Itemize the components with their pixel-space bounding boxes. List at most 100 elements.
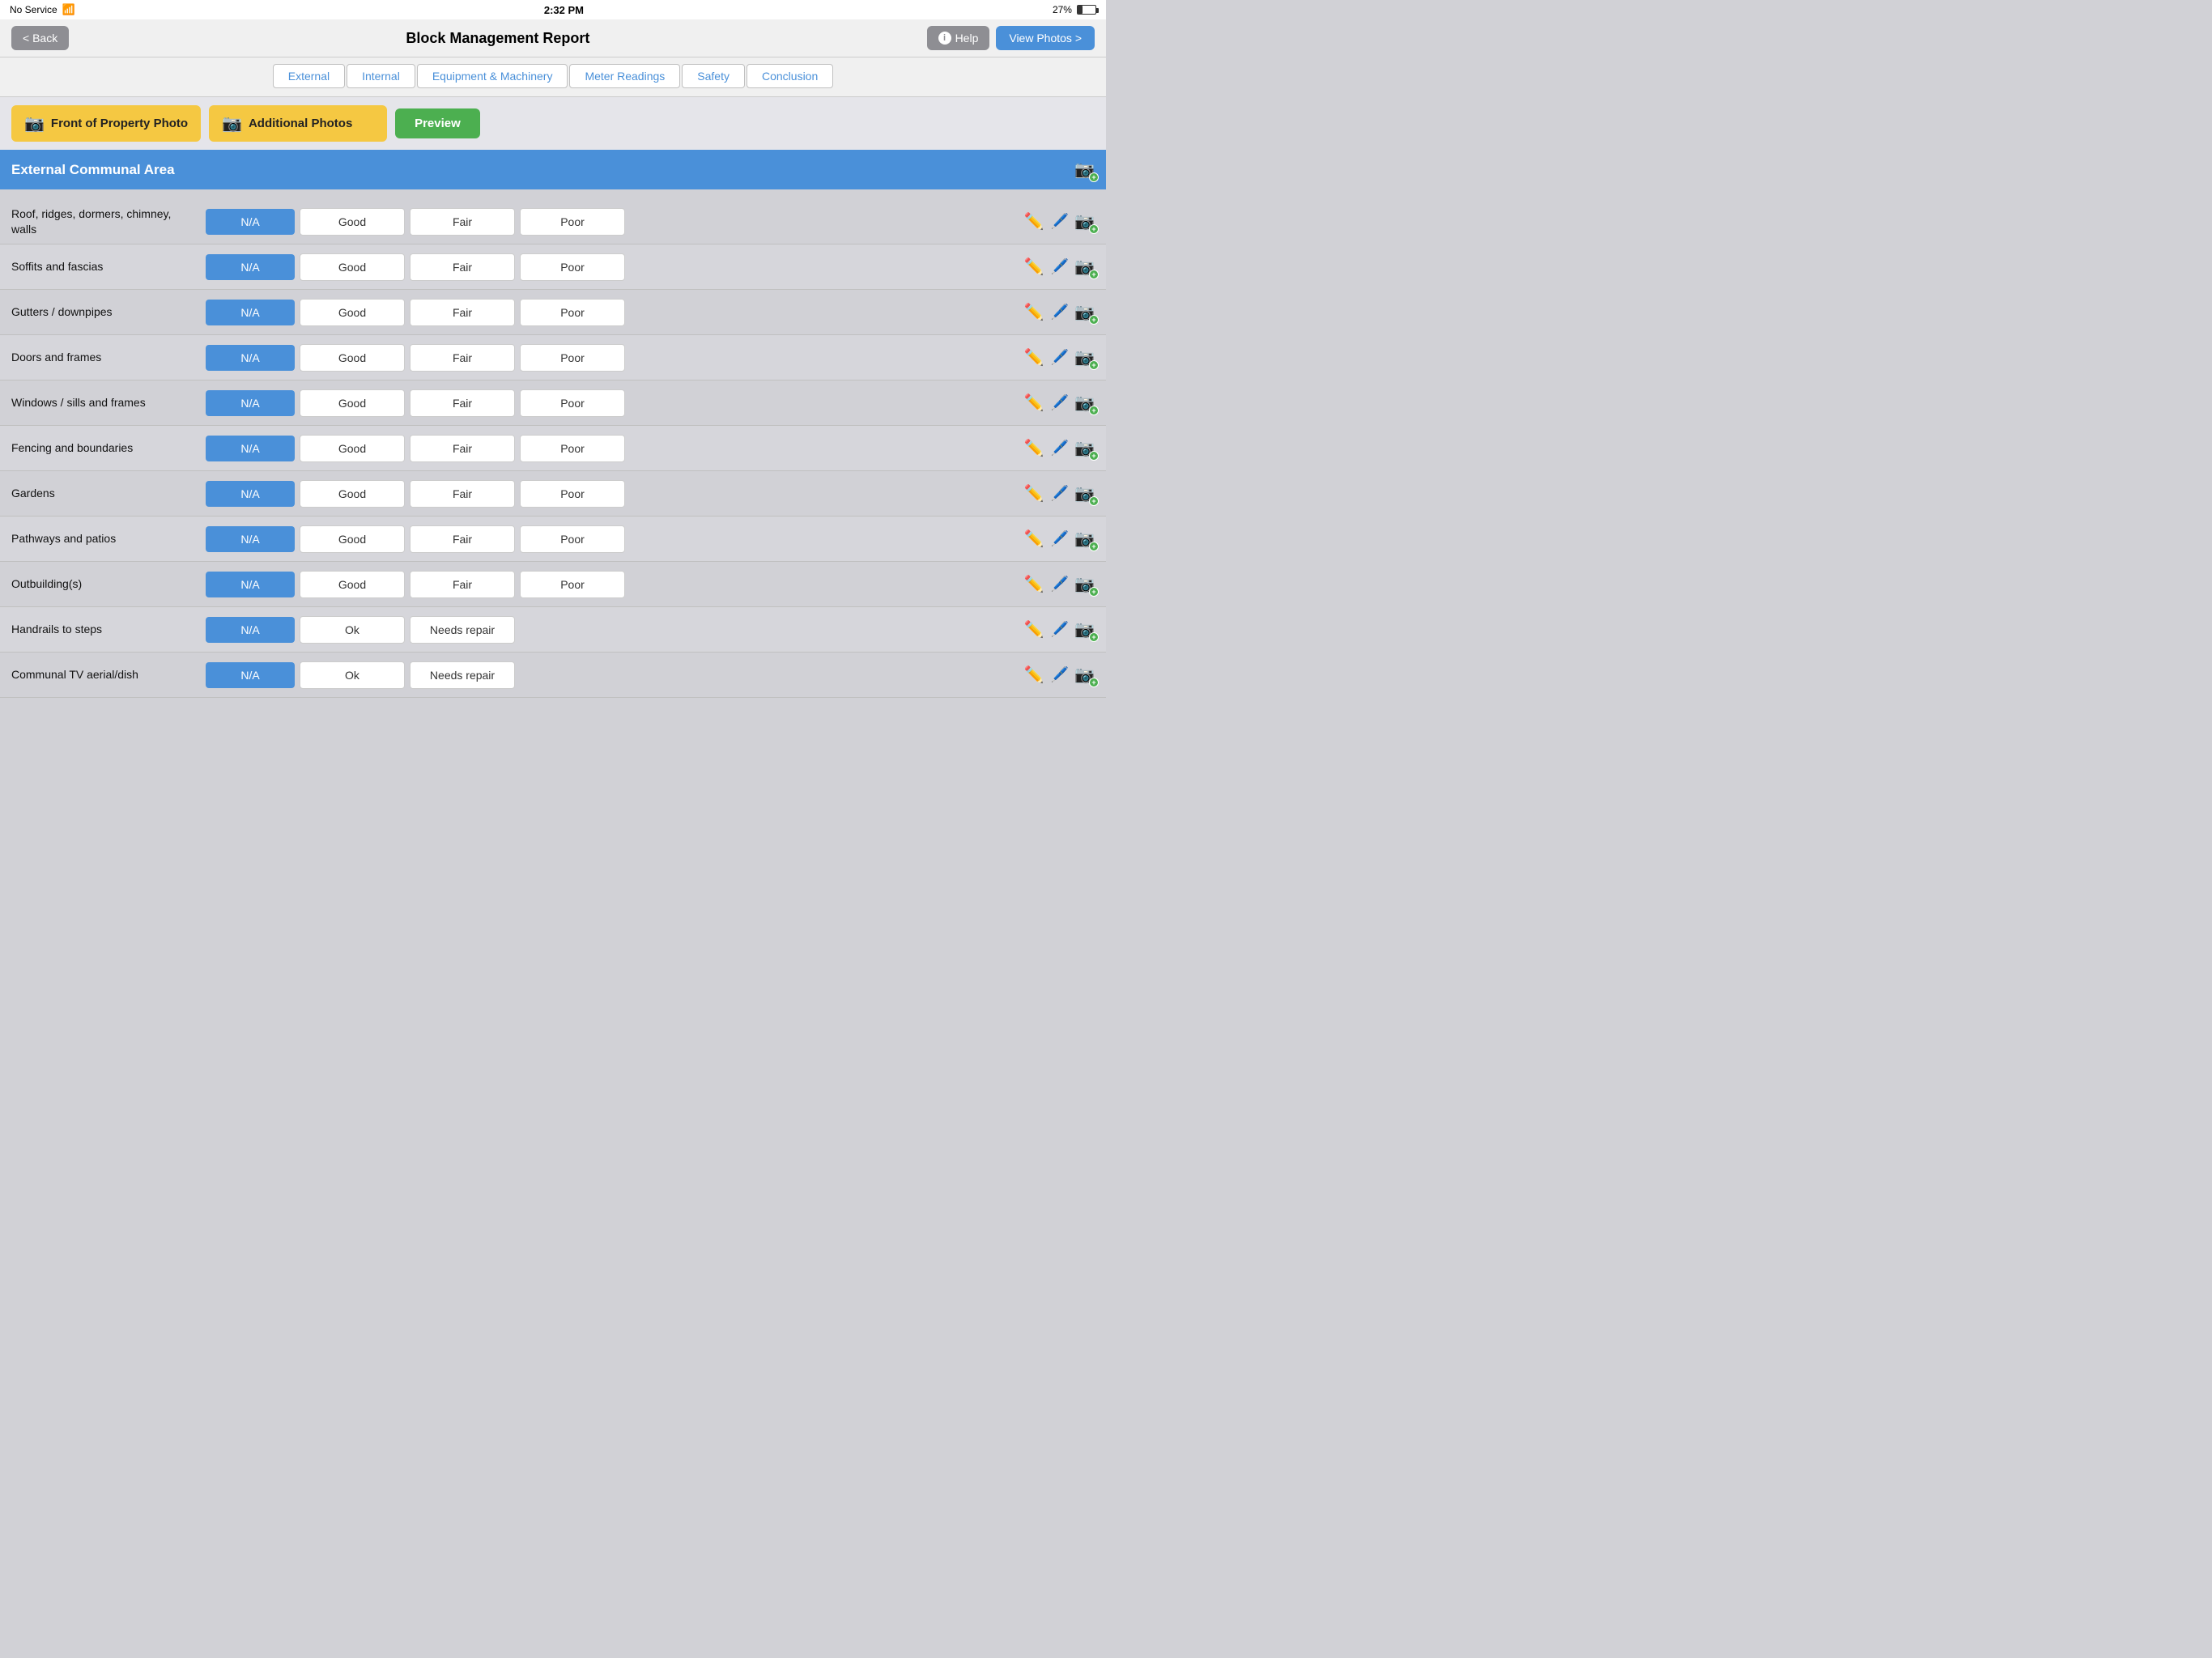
eraser-icon[interactable]: ✏️ [1023, 210, 1045, 233]
na-button[interactable]: N/A [206, 254, 295, 280]
add-photo-icon[interactable]: 📷+ [1074, 257, 1095, 277]
add-photo-icon[interactable]: 📷+ [1074, 347, 1095, 368]
option-button[interactable]: Poor [520, 344, 625, 372]
option-button[interactable]: Good [300, 299, 405, 326]
eraser-icon[interactable]: ✏️ [1023, 573, 1045, 596]
eraser-icon[interactable]: ✏️ [1023, 483, 1045, 505]
status-left: No Service 📶 [10, 3, 75, 16]
na-button[interactable]: N/A [206, 572, 295, 597]
pen-icon[interactable]: 🖊️ [1049, 483, 1071, 505]
tab-conclusion[interactable]: Conclusion [747, 64, 833, 88]
option-button[interactable]: Fair [410, 435, 515, 462]
option-button[interactable]: Needs repair [410, 616, 515, 644]
plus-badge: + [1089, 172, 1099, 182]
add-photo-icon[interactable]: 📷+ [1074, 665, 1095, 685]
table-row: Gutters / downpipesN/AGoodFairPoor✏️🖊️📷+ [0, 290, 1106, 335]
row-label: Windows / sills and frames [11, 395, 206, 410]
add-photo-icon[interactable]: 📷+ [1074, 483, 1095, 504]
row-action-icons: ✏️🖊️📷+ [1023, 256, 1095, 278]
pen-icon[interactable]: 🖊️ [1049, 437, 1071, 460]
option-button[interactable]: Fair [410, 525, 515, 553]
eraser-icon[interactable]: ✏️ [1023, 301, 1045, 324]
pen-icon[interactable]: 🖊️ [1049, 392, 1071, 414]
tab-safety[interactable]: Safety [682, 64, 745, 88]
add-photo-icon[interactable]: 📷+ [1074, 438, 1095, 458]
add-photo-icon[interactable]: 📷+ [1074, 574, 1095, 594]
option-button[interactable]: Fair [410, 253, 515, 281]
option-button[interactable]: Good [300, 480, 405, 508]
view-photos-button[interactable]: View Photos > [996, 26, 1095, 50]
option-button[interactable]: Good [300, 344, 405, 372]
option-button[interactable]: Fair [410, 389, 515, 417]
add-photo-icon[interactable]: 📷+ [1074, 393, 1095, 413]
option-button[interactable]: Poor [520, 571, 625, 598]
additional-photos-camera-icon: 📷 [222, 113, 242, 134]
section-title: External Communal Area [11, 162, 175, 178]
option-button[interactable]: Good [300, 435, 405, 462]
option-button[interactable]: Fair [410, 299, 515, 326]
na-button[interactable]: N/A [206, 662, 295, 688]
pen-icon[interactable]: 🖊️ [1049, 573, 1071, 596]
add-photo-icon[interactable]: 📷+ [1074, 302, 1095, 322]
tab-internal[interactable]: Internal [347, 64, 415, 88]
front-photo-button[interactable]: 📷 Front of Property Photo [11, 105, 201, 142]
na-button[interactable]: N/A [206, 436, 295, 461]
pen-icon[interactable]: 🖊️ [1049, 346, 1071, 369]
option-button[interactable]: Fair [410, 571, 515, 598]
option-button[interactable]: Needs repair [410, 661, 515, 689]
pen-icon[interactable]: 🖊️ [1049, 619, 1071, 641]
option-button[interactable]: Fair [410, 208, 515, 236]
option-button[interactable]: Poor [520, 389, 625, 417]
option-button[interactable]: Poor [520, 525, 625, 553]
add-photo-icon[interactable]: 📷+ [1074, 529, 1095, 549]
option-button[interactable]: Poor [520, 435, 625, 462]
na-button[interactable]: N/A [206, 345, 295, 371]
option-button[interactable]: Good [300, 389, 405, 417]
eraser-icon[interactable]: ✏️ [1023, 664, 1045, 687]
additional-photos-button[interactable]: 📷 Additional Photos [209, 105, 387, 142]
na-button[interactable]: N/A [206, 617, 295, 643]
option-button[interactable]: Poor [520, 253, 625, 281]
na-button[interactable]: N/A [206, 481, 295, 507]
pen-icon[interactable]: 🖊️ [1049, 210, 1071, 233]
pen-icon[interactable]: 🖊️ [1049, 301, 1071, 324]
table-container: Roof, ridges, dormers, chimney, wallsN/A… [0, 199, 1106, 714]
back-button[interactable]: < Back [11, 26, 69, 50]
tab-external[interactable]: External [273, 64, 345, 88]
front-photo-camera-icon: 📷 [24, 113, 45, 134]
option-button[interactable]: Fair [410, 344, 515, 372]
option-button[interactable]: Fair [410, 480, 515, 508]
eraser-icon[interactable]: ✏️ [1023, 392, 1045, 414]
pen-icon[interactable]: 🖊️ [1049, 256, 1071, 278]
tab-equipment[interactable]: Equipment & Machinery [417, 64, 568, 88]
pen-icon[interactable]: 🖊️ [1049, 664, 1071, 687]
preview-button[interactable]: Preview [395, 108, 480, 138]
eraser-icon[interactable]: ✏️ [1023, 346, 1045, 369]
option-button[interactable]: Poor [520, 480, 625, 508]
na-button[interactable]: N/A [206, 209, 295, 235]
eraser-icon[interactable]: ✏️ [1023, 619, 1045, 641]
option-button[interactable]: Ok [300, 661, 405, 689]
section-add-photo-button[interactable]: 📷 + [1074, 159, 1095, 180]
option-button[interactable]: Good [300, 208, 405, 236]
row-action-icons: ✏️🖊️📷+ [1023, 210, 1095, 233]
na-button[interactable]: N/A [206, 300, 295, 325]
tab-meter[interactable]: Meter Readings [569, 64, 680, 88]
na-button[interactable]: N/A [206, 526, 295, 552]
eraser-icon[interactable]: ✏️ [1023, 256, 1045, 278]
add-photo-icon[interactable]: 📷+ [1074, 211, 1095, 232]
add-photo-icon[interactable]: 📷+ [1074, 619, 1095, 640]
row-label: Handrails to steps [11, 622, 206, 636]
option-button[interactable]: Poor [520, 208, 625, 236]
help-button[interactable]: i Help [927, 26, 990, 50]
option-button[interactable]: Good [300, 571, 405, 598]
pen-icon[interactable]: 🖊️ [1049, 528, 1071, 551]
option-button[interactable]: Good [300, 525, 405, 553]
option-button[interactable]: Poor [520, 299, 625, 326]
na-button[interactable]: N/A [206, 390, 295, 416]
option-button[interactable]: Good [300, 253, 405, 281]
row-action-icons: ✏️🖊️📷+ [1023, 301, 1095, 324]
eraser-icon[interactable]: ✏️ [1023, 528, 1045, 551]
eraser-icon[interactable]: ✏️ [1023, 437, 1045, 460]
option-button[interactable]: Ok [300, 616, 405, 644]
